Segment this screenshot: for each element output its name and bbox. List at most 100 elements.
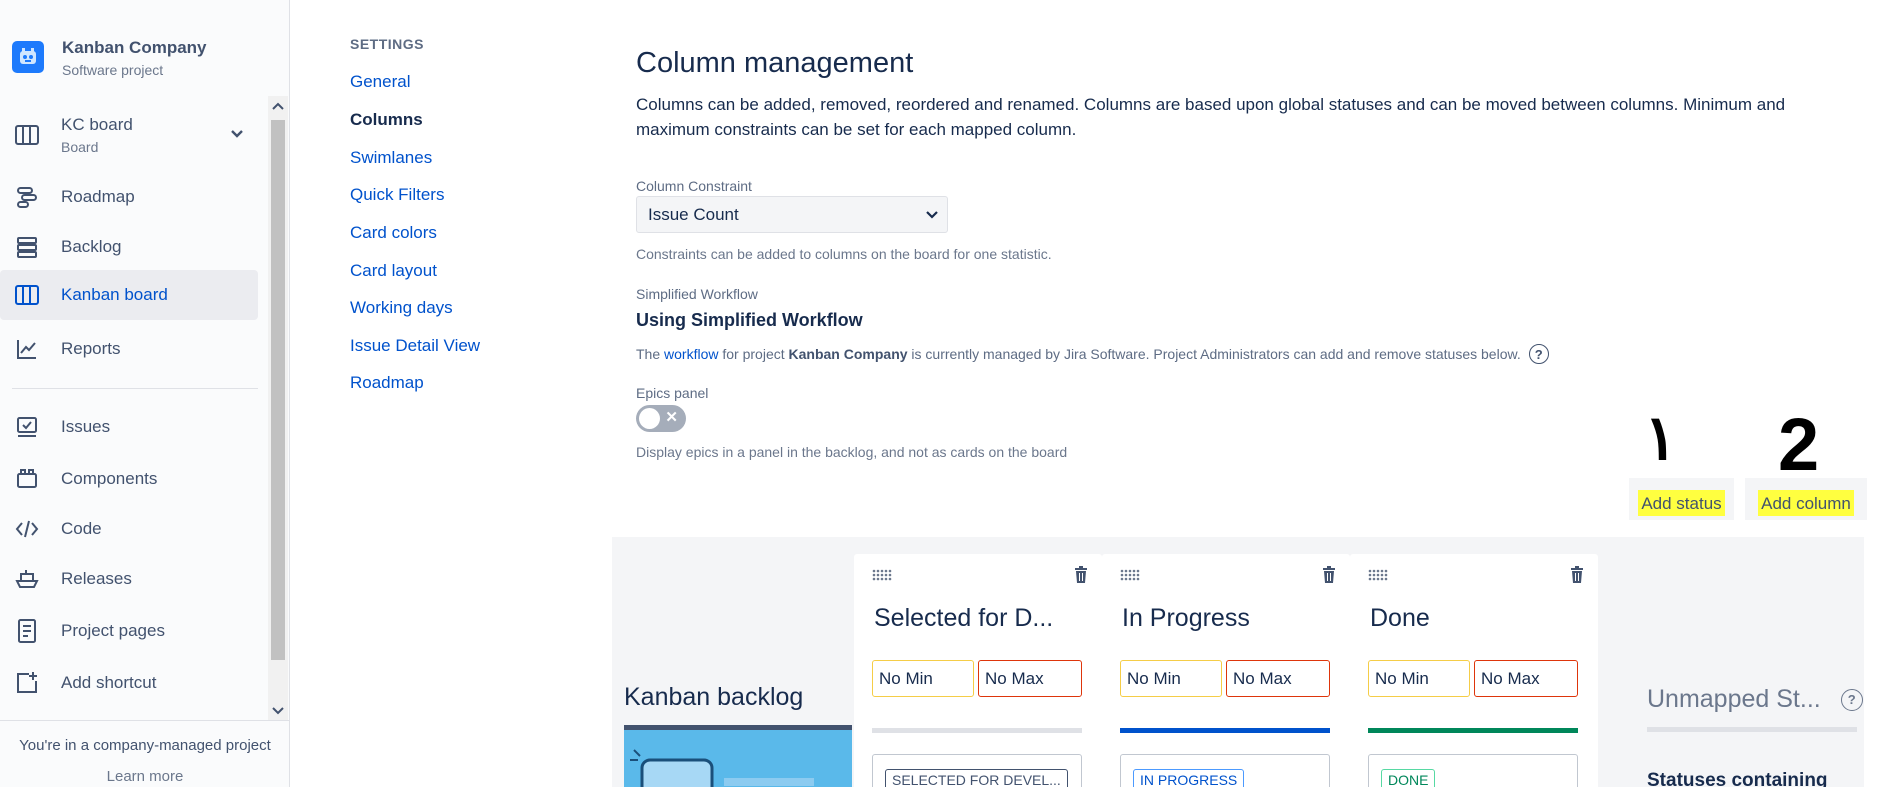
- sidebar-item-code[interactable]: Code: [0, 504, 258, 554]
- settings-link-roadmap[interactable]: Roadmap: [350, 373, 424, 393]
- status-card[interactable]: DONE: [1368, 754, 1578, 787]
- help-icon[interactable]: ?: [1840, 688, 1863, 711]
- sidebar-item-label: Components: [61, 469, 158, 488]
- workflow-text-after: is currently managed by Jira Software. P…: [907, 346, 1521, 362]
- workflow-project-name: Kanban Company: [788, 346, 908, 362]
- column-min-input[interactable]: No Min: [872, 660, 974, 697]
- main-content: Column management Columns can be added, …: [612, 0, 1888, 787]
- unmapped-subheading: Statuses containing: [1647, 770, 1828, 787]
- project-header[interactable]: Kanban Company Software project: [12, 38, 207, 78]
- page-description: Columns can be added, removed, reordered…: [636, 95, 1786, 139]
- releases-icon: [13, 565, 41, 593]
- column-board: Kanban backlog Selected for D... No Min …: [612, 537, 1864, 787]
- sidebar-item-components[interactable]: Components: [0, 454, 258, 504]
- board-column-in-progress[interactable]: In Progress No Min No Max IN PROGRESS: [1102, 554, 1350, 787]
- status-lozenge: DONE: [1381, 769, 1436, 787]
- learn-more-link[interactable]: Learn more: [0, 768, 289, 785]
- kanban-board-icon: [13, 281, 41, 309]
- settings-link-columns[interactable]: Columns: [350, 110, 423, 130]
- sidebar-footer: You're in a company-managed project Lear…: [0, 720, 289, 785]
- add-column-button[interactable]: Add column: [1745, 478, 1867, 520]
- scroll-up-icon[interactable]: [268, 96, 288, 116]
- sidebar-divider: [12, 388, 258, 389]
- settings-link-working-days[interactable]: Working days: [350, 298, 453, 318]
- sidebar-item-label: Issues: [61, 417, 111, 436]
- board-column-done[interactable]: Done No Min No Max DONE: [1350, 554, 1598, 787]
- company-managed-note: You're in a company-managed project: [19, 737, 271, 754]
- sidebar-item-label: Backlog: [61, 237, 122, 256]
- scroll-thumb[interactable]: [271, 120, 285, 660]
- settings-link-quick-filters[interactable]: Quick Filters: [350, 185, 444, 205]
- sidebar-item-releases[interactable]: Releases: [0, 554, 258, 604]
- chevron-down-icon: [925, 206, 939, 226]
- issues-icon: [13, 413, 41, 441]
- sidebar-item-label: Roadmap: [61, 187, 135, 206]
- settings-link-card-colors[interactable]: Card colors: [350, 223, 437, 243]
- column-color-bar: [872, 728, 1082, 733]
- workflow-text-mid: for project: [718, 346, 789, 362]
- epics-panel-toggle[interactable]: ✕: [636, 405, 686, 432]
- workflow-description: The workflow for project Kanban Company …: [636, 344, 1549, 364]
- column-constraint-label: Column Constraint: [636, 178, 752, 194]
- column-title[interactable]: Done: [1370, 604, 1430, 633]
- settings-link-general[interactable]: General: [350, 72, 410, 92]
- sidebar-item-roadmap[interactable]: Roadmap: [0, 172, 258, 222]
- column-constraint-value: Issue Count: [648, 204, 739, 224]
- settings-link-issue-detail-view[interactable]: Issue Detail View: [350, 336, 480, 356]
- trash-icon[interactable]: [1074, 566, 1088, 589]
- board-name: KC board: [61, 115, 133, 134]
- add-status-button[interactable]: Add status: [1629, 478, 1734, 520]
- unmapped-title: Unmapped St...: [1647, 685, 1821, 713]
- column-title[interactable]: Selected for D...: [874, 604, 1053, 633]
- sidebar-nav: KC board Board Roadmap Backlog Kanban bo…: [0, 96, 268, 721]
- help-icon[interactable]: ?: [1528, 344, 1549, 364]
- workflow-text-before: The: [636, 346, 665, 362]
- sidebar-item-kanban-board[interactable]: Kanban board: [0, 270, 258, 320]
- sidebar-item-issues[interactable]: Issues: [0, 402, 258, 452]
- column-max-input[interactable]: No Max: [978, 660, 1082, 697]
- settings-link-card-layout[interactable]: Card layout: [350, 261, 437, 281]
- sidebar-item-add-shortcut[interactable]: Add shortcut: [0, 658, 258, 708]
- column-title[interactable]: In Progress: [1122, 604, 1250, 633]
- status-card[interactable]: IN PROGRESS: [1120, 754, 1330, 787]
- workflow-link[interactable]: workflow: [664, 346, 718, 362]
- sidebar-item-label: Add shortcut: [61, 673, 157, 692]
- project-pages-icon: [13, 617, 41, 645]
- drag-handle-icon[interactable]: [1120, 568, 1142, 586]
- settings-link-swimlanes[interactable]: Swimlanes: [350, 148, 432, 168]
- kanban-backlog-title: Kanban backlog: [624, 683, 804, 711]
- constraint-hint: Constraints can be added to columns on t…: [636, 246, 1052, 262]
- status-card[interactable]: SELECTED FOR DEVEL...: [872, 754, 1082, 787]
- column-min-input[interactable]: No Min: [1368, 660, 1470, 697]
- column-constraint-select[interactable]: Issue Count: [636, 196, 948, 233]
- trash-icon[interactable]: [1322, 566, 1336, 589]
- code-icon: [13, 515, 41, 543]
- sidebar-scrollbar[interactable]: [268, 96, 288, 721]
- column-max-input[interactable]: No Max: [1474, 660, 1578, 697]
- scroll-down-icon[interactable]: [268, 701, 288, 721]
- column-max-input[interactable]: No Max: [1226, 660, 1330, 697]
- sidebar-item-reports[interactable]: Reports: [0, 324, 258, 374]
- project-name: Kanban Company: [62, 38, 207, 57]
- sidebar-item-backlog[interactable]: Backlog: [0, 222, 258, 272]
- board-switcher[interactable]: KC board Board: [0, 104, 258, 166]
- annotation-two: 2: [1778, 403, 1820, 486]
- board-column-selected[interactable]: Selected for D... No Min No Max SELECTED…: [854, 554, 1102, 787]
- sidebar-item-project-pages[interactable]: Project pages: [0, 606, 258, 656]
- close-icon: ✕: [665, 409, 678, 426]
- status-lozenge: IN PROGRESS: [1133, 769, 1245, 787]
- roadmap-icon: [13, 183, 41, 211]
- backlog-icon: [13, 233, 41, 261]
- trash-icon[interactable]: [1570, 566, 1584, 589]
- epics-panel-label: Epics panel: [636, 385, 709, 401]
- unmapped-statuses-header: Unmapped St... ?: [1647, 685, 1863, 714]
- unmapped-bar: [1647, 727, 1857, 732]
- drag-handle-icon[interactable]: [872, 568, 894, 586]
- column-color-bar: [1120, 728, 1330, 733]
- sidebar-item-label: Kanban board: [61, 285, 168, 304]
- column-min-input[interactable]: No Min: [1120, 660, 1222, 697]
- sidebar-item-label: Project pages: [61, 621, 165, 640]
- project-sidebar: Kanban Company Software project KC board…: [0, 0, 290, 787]
- backlog-illustration: [624, 725, 852, 787]
- drag-handle-icon[interactable]: [1368, 568, 1390, 586]
